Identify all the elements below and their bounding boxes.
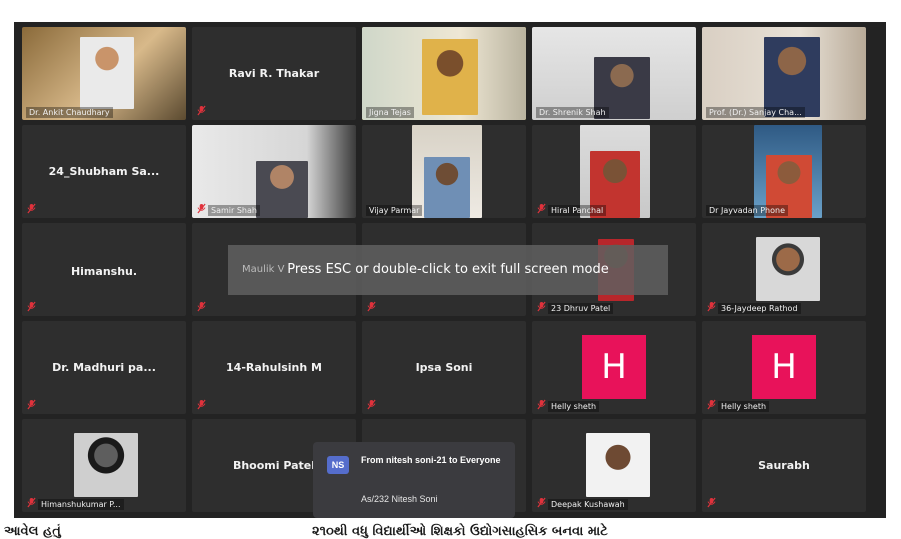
muted-mic-icon — [27, 497, 36, 508]
participant-tile[interactable]: Prof. (Dr.) Sanjay Cha... — [702, 27, 866, 120]
newspaper-caption: આવેલ હતું ૨૧૦થી વધુ વિદ્યાર્થીઓ શિક્ષકો … — [0, 522, 901, 539]
participant-name: 14-Rahulsinh M — [226, 361, 322, 374]
muted-mic-icon — [707, 497, 716, 508]
participant-name: Prof. (Dr.) Sanjay Cha... — [706, 107, 805, 118]
participant-tile[interactable]: Dr. Madhuri pa... — [22, 321, 186, 414]
participant-photo — [586, 433, 650, 497]
participant-tile[interactable]: Himanshu. — [22, 223, 186, 316]
muted-mic-icon — [537, 497, 546, 508]
participant-tile[interactable]: Samir Shah — [192, 125, 356, 218]
muted-mic-icon — [27, 301, 36, 312]
muted-mic-icon — [707, 301, 716, 312]
participant-name: Dr Jayvadan Phone — [706, 205, 788, 216]
caption-right: ૨૧૦થી વધુ વિદ્યાર્થીઓ શિક્ષકો ઉદ્યોગસાહસ… — [312, 524, 608, 539]
participant-name: Himanshukumar P... — [38, 499, 124, 510]
participant-photo — [756, 237, 820, 301]
avatar: H — [582, 335, 646, 399]
participant-tile[interactable]: Saurabh — [702, 419, 866, 512]
participant-tile[interactable]: Hiral Panchal — [532, 125, 696, 218]
muted-mic-icon — [537, 399, 546, 410]
participant-tile[interactable]: Ravi R. Thakar — [192, 27, 356, 120]
fullscreen-notice-text: Press ESC or double-click to exit full s… — [287, 262, 609, 277]
person-silhouette — [80, 37, 134, 109]
participant-name: Deepak Kushawah — [548, 499, 628, 510]
caption-left: આવેલ હતું — [4, 524, 61, 539]
participant-name: Ravi R. Thakar — [228, 67, 320, 80]
muted-mic-icon — [537, 203, 546, 214]
participant-tile[interactable]: Ipsa Soni — [362, 321, 526, 414]
participant-tile[interactable]: Dr. Shrenik Shah — [532, 27, 696, 120]
participant-name: 23 Dhruv Patel — [548, 303, 614, 314]
sender-avatar: NS — [327, 456, 349, 474]
chat-sender: From nitesh soni-21 to Everyone — [361, 455, 501, 465]
muted-mic-icon — [197, 399, 206, 410]
participant-tile[interactable]: Himanshukumar P... — [22, 419, 186, 512]
participant-name: Jigna Tejas — [366, 107, 414, 118]
participant-tile[interactable]: Dr Jayvadan Phone — [702, 125, 866, 218]
participant-name: Dr. Ankit Chaudhary — [26, 107, 113, 118]
chat-notification[interactable]: NS From nitesh soni-21 to Everyone As/23… — [313, 442, 515, 518]
avatar: H — [752, 335, 816, 399]
participant-name: Ipsa Soni — [415, 361, 473, 374]
muted-mic-icon — [367, 399, 376, 410]
muted-mic-icon — [197, 203, 206, 214]
person-silhouette — [422, 39, 478, 115]
muted-mic-icon — [197, 301, 206, 312]
participant-name: Maulik V — [242, 264, 285, 275]
participant-name: Himanshu. — [70, 265, 138, 278]
participant-name: Samir Shah — [208, 205, 260, 216]
participant-name: Helly sheth — [548, 401, 600, 412]
person-silhouette — [256, 161, 308, 218]
participant-tile[interactable]: 24_Shubham Sa... — [22, 125, 186, 218]
participant-tile[interactable]: 14-Rahulsinh M — [192, 321, 356, 414]
participant-name: Vijay Parmar — [366, 205, 423, 216]
muted-mic-icon — [197, 105, 206, 116]
muted-mic-icon — [707, 399, 716, 410]
zoom-gallery-view: Dr. Ankit Chaudhary Ravi R. Thakar Jigna… — [14, 22, 886, 518]
participant-tile[interactable]: Dr. Ankit Chaudhary — [22, 27, 186, 120]
participant-name: Saurabh — [758, 459, 810, 472]
muted-mic-icon — [537, 301, 546, 312]
participant-tile[interactable]: H Helly sheth — [702, 321, 866, 414]
participant-name: 24_Shubham Sa... — [48, 165, 160, 178]
person-silhouette — [424, 157, 470, 218]
fullscreen-exit-banner: Maulik V Press ESC or double-click to ex… — [228, 245, 668, 295]
muted-mic-icon — [27, 203, 36, 214]
participant-tile[interactable]: H Helly sheth — [532, 321, 696, 414]
participant-name: Dr. Madhuri pa... — [52, 361, 156, 374]
participant-tile-active-speaker[interactable]: Jigna Tejas — [362, 27, 526, 120]
participant-tile[interactable]: Deepak Kushawah — [532, 419, 696, 512]
participant-tile[interactable]: Vijay Parmar — [362, 125, 526, 218]
participant-photo — [74, 433, 138, 497]
participant-name: Dr. Shrenik Shah — [536, 107, 609, 118]
person-silhouette — [764, 37, 820, 117]
participant-name: Hiral Panchal — [548, 205, 607, 216]
participant-tile[interactable]: 36-Jaydeep Rathod — [702, 223, 866, 316]
muted-mic-icon — [367, 301, 376, 312]
muted-mic-icon — [27, 399, 36, 410]
chat-message: As/232 Nitesh Soni — [361, 494, 438, 504]
participant-name: 36-Jaydeep Rathod — [718, 303, 801, 314]
participant-name: Helly sheth — [718, 401, 770, 412]
